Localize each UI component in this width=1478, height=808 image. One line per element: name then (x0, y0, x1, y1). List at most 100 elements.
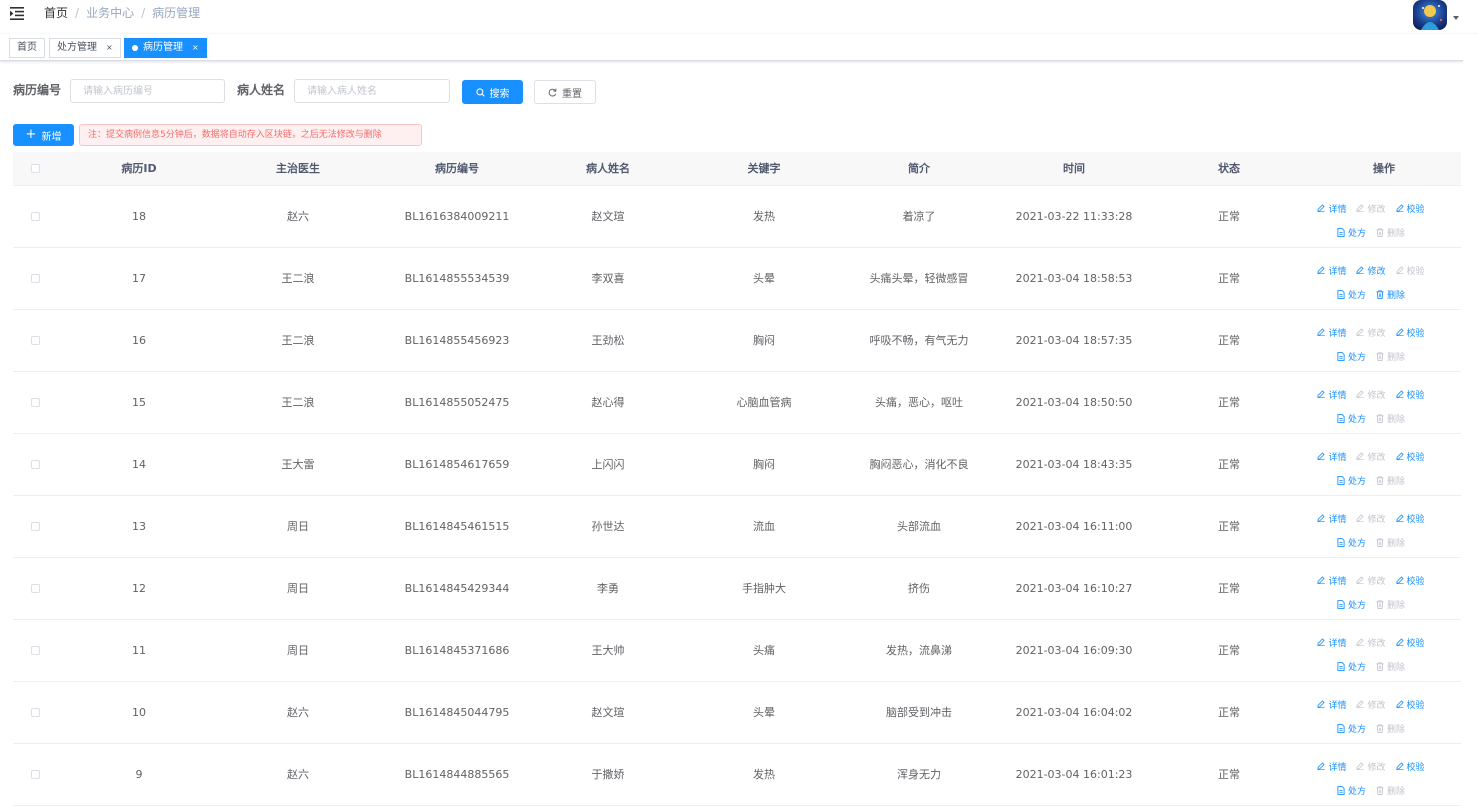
detail-label: 详情 (1328, 638, 1347, 649)
edit-button[interactable]: 修改 (1356, 574, 1386, 587)
delete-button[interactable]: 删除 (1376, 784, 1405, 797)
cell-summary: 胸闷恶心，消化不良 (869, 458, 969, 471)
delete-button[interactable]: 删除 (1376, 288, 1405, 301)
detail-button[interactable]: 详情 (1317, 264, 1346, 277)
close-icon[interactable]: × (192, 39, 199, 57)
delete-button[interactable]: 删除 (1376, 598, 1405, 611)
edit-icon (1395, 638, 1407, 646)
detail-button[interactable]: 详情 (1317, 760, 1346, 773)
edit-button[interactable]: 修改 (1356, 264, 1386, 277)
delete-button[interactable]: 删除 (1376, 350, 1405, 363)
prescription-label: 处方 (1347, 228, 1366, 239)
detail-label: 详情 (1328, 762, 1347, 773)
prescription-button[interactable]: 处方 (1337, 226, 1366, 239)
cell-time: 2021-03-04 18:57:35 (1015, 334, 1133, 347)
reset-button[interactable]: 重置 (534, 80, 596, 104)
verify-button[interactable]: 校验 (1395, 760, 1425, 773)
delete-button[interactable]: 删除 (1376, 660, 1405, 673)
cell-keyword: 头晕 (753, 272, 775, 285)
breadcrumb-current: 病历管理 (152, 6, 201, 20)
tag-home[interactable]: 首页 (9, 38, 45, 58)
delete-button[interactable]: 删除 (1376, 474, 1405, 487)
active-dot-icon (132, 45, 138, 51)
select-all-checkbox[interactable] (31, 164, 40, 173)
row-checkbox[interactable] (31, 522, 40, 531)
row-checkbox[interactable] (31, 212, 40, 221)
prescription-button[interactable]: 处方 (1337, 784, 1366, 797)
detail-button[interactable]: 详情 (1317, 450, 1346, 463)
delete-button[interactable]: 删除 (1376, 226, 1405, 239)
cell-status: 正常 (1218, 272, 1240, 285)
row-checkbox[interactable] (31, 460, 40, 469)
edit-icon (1395, 762, 1407, 770)
tag-medical-record-management[interactable]: 病历管理 × (124, 38, 207, 58)
edit-button[interactable]: 修改 (1356, 512, 1386, 525)
breadcrumb-home[interactable]: 首页 (44, 6, 68, 20)
col-actions: 操作 (1373, 162, 1395, 175)
row-checkbox[interactable] (31, 646, 40, 655)
delete-button[interactable]: 删除 (1376, 536, 1405, 549)
verify-button[interactable]: 校验 (1395, 450, 1425, 463)
record-no-input[interactable] (70, 79, 225, 103)
edit-button[interactable]: 修改 (1356, 326, 1386, 339)
tag-prescription-management[interactable]: 处方管理 × (49, 38, 121, 58)
cell-time: 2021-03-04 16:10:27 (1015, 582, 1133, 595)
verify-button[interactable]: 校验 (1395, 388, 1425, 401)
prescription-button[interactable]: 处方 (1337, 350, 1366, 363)
row-checkbox[interactable] (31, 398, 40, 407)
close-icon[interactable]: × (106, 39, 113, 57)
edit-button[interactable]: 修改 (1356, 450, 1386, 463)
caret-down-icon[interactable] (1453, 16, 1459, 20)
row-checkbox[interactable] (31, 336, 40, 345)
edit-button[interactable]: 修改 (1356, 202, 1386, 215)
prescription-button[interactable]: 处方 (1337, 412, 1366, 425)
trash-icon (1376, 723, 1387, 733)
patient-name-input[interactable] (294, 79, 450, 103)
search-button[interactable]: 搜索 (462, 80, 523, 104)
detail-label: 详情 (1328, 700, 1347, 711)
prescription-button[interactable]: 处方 (1337, 474, 1366, 487)
detail-button[interactable]: 详情 (1317, 698, 1346, 711)
document-icon (1337, 351, 1348, 361)
verify-button[interactable]: 校验 (1395, 512, 1425, 525)
cell-doctor: 王大雷 (281, 458, 315, 471)
detail-button[interactable]: 详情 (1317, 202, 1346, 215)
row-checkbox[interactable] (31, 274, 40, 283)
edit-button[interactable]: 修改 (1356, 698, 1386, 711)
prescription-button[interactable]: 处方 (1337, 598, 1366, 611)
delete-button[interactable]: 删除 (1376, 722, 1405, 735)
hamburger-icon[interactable] (10, 7, 24, 21)
delete-label: 删除 (1387, 662, 1406, 673)
detail-button[interactable]: 详情 (1317, 512, 1346, 525)
add-button[interactable]: + 新增 (13, 124, 74, 146)
detail-button[interactable]: 详情 (1317, 636, 1346, 649)
edit-button[interactable]: 修改 (1356, 388, 1386, 401)
prescription-button[interactable]: 处方 (1337, 660, 1366, 673)
verify-button[interactable]: 校验 (1395, 636, 1425, 649)
verify-label: 校验 (1406, 390, 1425, 401)
detail-button[interactable]: 详情 (1317, 326, 1346, 339)
verify-button[interactable]: 校验 (1395, 202, 1425, 215)
verify-button[interactable]: 校验 (1395, 326, 1425, 339)
detail-button[interactable]: 详情 (1317, 388, 1346, 401)
edit-button[interactable]: 修改 (1356, 760, 1386, 773)
verify-button[interactable]: 校验 (1395, 264, 1425, 277)
detail-button[interactable]: 详情 (1317, 574, 1346, 587)
verify-button[interactable]: 校验 (1395, 698, 1425, 711)
prescription-button[interactable]: 处方 (1337, 722, 1366, 735)
prescription-button[interactable]: 处方 (1337, 288, 1366, 301)
avatar[interactable] (1413, 0, 1447, 30)
tags-view: 首页 处方管理 × 病历管理 × (0, 34, 1478, 61)
prescription-button[interactable]: 处方 (1337, 536, 1366, 549)
cell-doctor: 赵六 (287, 768, 309, 781)
row-checkbox[interactable] (31, 770, 40, 779)
cell-doctor: 赵六 (287, 210, 309, 223)
delete-button[interactable]: 删除 (1376, 412, 1405, 425)
verify-button[interactable]: 校验 (1395, 574, 1425, 587)
scrollbar-track[interactable] (1463, 60, 1478, 808)
row-checkbox[interactable] (31, 708, 40, 717)
edit-button[interactable]: 修改 (1356, 636, 1386, 649)
row-actions: 详情 修改 校验 处方 删除 (1281, 508, 1461, 556)
cell-record-id: 9 (135, 768, 143, 781)
row-checkbox[interactable] (31, 584, 40, 593)
